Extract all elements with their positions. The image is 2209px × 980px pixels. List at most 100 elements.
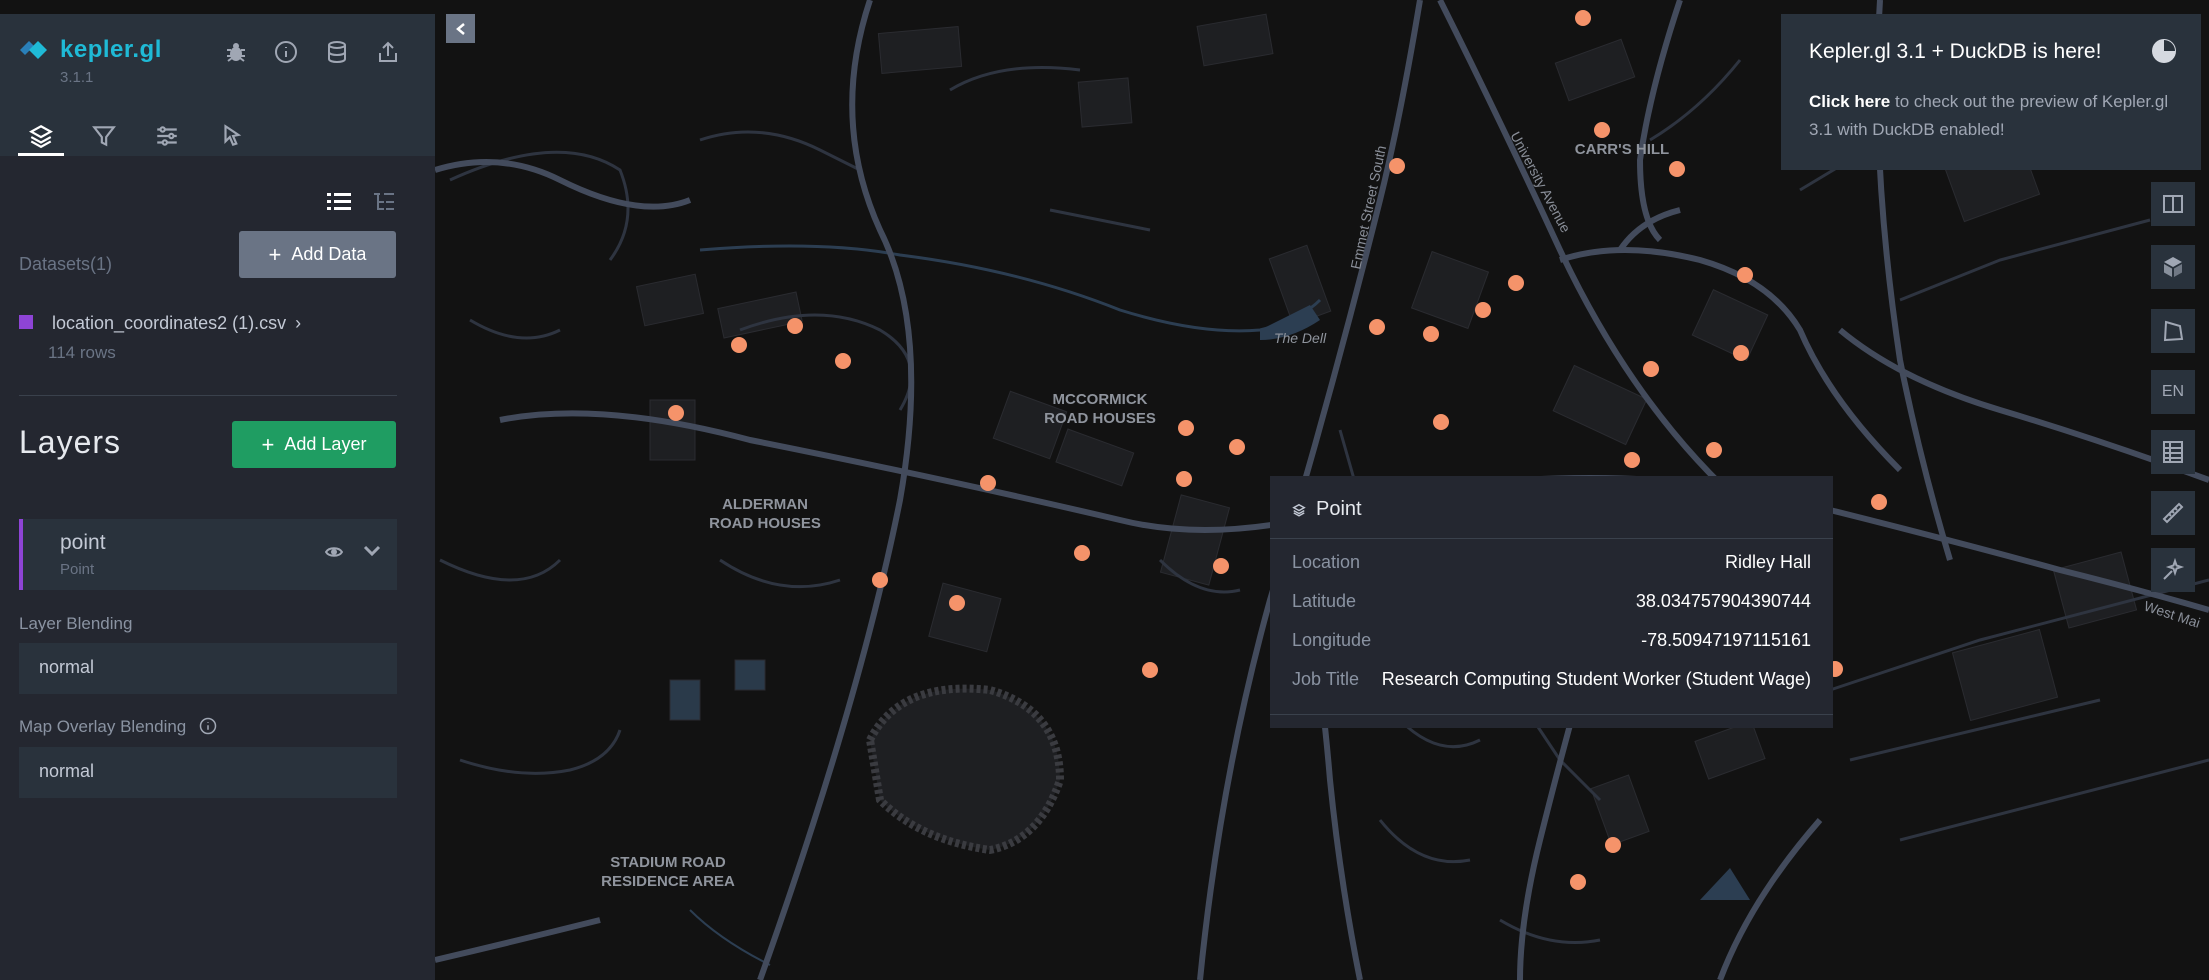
layer-blending-label: Layer Blending bbox=[19, 614, 133, 633]
ruler-button[interactable] bbox=[2151, 491, 2195, 535]
map-overlay-blending-text: Map Overlay Blending bbox=[19, 717, 187, 736]
plus-icon: + bbox=[261, 431, 275, 457]
map-point[interactable] bbox=[980, 475, 996, 491]
map-point[interactable] bbox=[1624, 452, 1640, 468]
tooltip-divider bbox=[1270, 538, 1833, 539]
layer-blending-select[interactable]: normal bbox=[19, 643, 397, 694]
info-icon[interactable] bbox=[270, 36, 302, 68]
tooltip-row: Location Ridley Hall bbox=[1292, 552, 1811, 582]
map-point[interactable] bbox=[731, 337, 747, 353]
chevron-left-icon bbox=[455, 22, 465, 35]
map-point[interactable] bbox=[1074, 545, 1090, 561]
map-point[interactable] bbox=[1213, 558, 1229, 574]
chevron-down-icon[interactable] bbox=[362, 543, 382, 557]
map-point[interactable] bbox=[1871, 494, 1887, 510]
tree-list-icon bbox=[374, 193, 394, 210]
plus-icon: + bbox=[268, 241, 282, 267]
app-name: kepler.gl bbox=[60, 36, 162, 63]
map-point[interactable] bbox=[835, 353, 851, 369]
draw-polygon-icon bbox=[2163, 320, 2184, 342]
tooltip-row: Latitude 38.034757904390744 bbox=[1292, 591, 1811, 621]
layers-title: Layers bbox=[19, 424, 122, 460]
layer-panel-point[interactable]: point Point bbox=[19, 519, 397, 590]
eye-icon[interactable] bbox=[325, 545, 343, 559]
notification-panel: Kepler.gl 3.1 + DuckDB is here! Click he… bbox=[1781, 14, 2201, 170]
map-point[interactable] bbox=[1433, 414, 1449, 430]
tab-layers[interactable] bbox=[19, 114, 63, 158]
datasets-label: Datasets(1) bbox=[19, 254, 113, 274]
mccormick-label-1: MCCORMICK bbox=[1053, 391, 1148, 408]
layers-icon bbox=[29, 125, 53, 149]
tooltip-divider bbox=[1270, 714, 1833, 715]
share-icon[interactable] bbox=[372, 36, 404, 68]
map-point[interactable] bbox=[872, 572, 888, 588]
map-overlay-blending-select[interactable]: normal bbox=[19, 747, 397, 798]
dataset-name[interactable]: location_coordinates2 (1).csv › bbox=[52, 313, 301, 334]
tooltip-value: Ridley Hall bbox=[1724, 552, 1811, 572]
map-point[interactable] bbox=[1594, 122, 1610, 138]
map-point[interactable] bbox=[1733, 345, 1749, 361]
bug-icon[interactable] bbox=[220, 36, 252, 68]
draw-polygon-button[interactable] bbox=[2151, 309, 2195, 353]
map-point[interactable] bbox=[1423, 326, 1439, 342]
map-point[interactable] bbox=[668, 405, 684, 421]
map-point[interactable] bbox=[1475, 302, 1491, 318]
filter-icon bbox=[92, 126, 116, 147]
section-divider bbox=[19, 395, 397, 396]
3d-view-button[interactable] bbox=[2151, 245, 2195, 289]
the-dell-label: The Dell bbox=[1274, 330, 1327, 346]
map-point[interactable] bbox=[1176, 471, 1192, 487]
stadium-label-2: RESIDENCE AREA bbox=[601, 873, 735, 890]
dataset-name-text: location_coordinates2 (1).csv bbox=[52, 313, 287, 333]
map-point[interactable] bbox=[1389, 158, 1405, 174]
tooltip-value: Research Computing Student Worker (Stude… bbox=[1381, 669, 1811, 689]
list-icon bbox=[327, 193, 351, 210]
ai-assistant-button[interactable] bbox=[2151, 548, 2195, 592]
data-table-button[interactable] bbox=[2151, 430, 2195, 474]
map-point[interactable] bbox=[787, 318, 803, 334]
tooltip-row: Longitude -78.50947197115161 bbox=[1292, 630, 1811, 660]
announcement-icon[interactable] bbox=[2151, 38, 2177, 64]
map-point[interactable] bbox=[1605, 837, 1621, 853]
tooltip-key: Job Title bbox=[1292, 669, 1360, 689]
side-panel-header: kepler.gl 3.1.1 bbox=[0, 14, 435, 156]
map-point[interactable] bbox=[1369, 319, 1385, 335]
map-point[interactable] bbox=[1706, 442, 1722, 458]
collapse-sidebar-button[interactable] bbox=[446, 14, 475, 43]
map-point[interactable] bbox=[1575, 10, 1591, 26]
ruler-icon bbox=[2162, 502, 2184, 524]
tab-filters[interactable] bbox=[82, 114, 126, 158]
kepler-logo-icon bbox=[20, 41, 47, 59]
split-map-button[interactable] bbox=[2151, 182, 2195, 226]
map-point[interactable] bbox=[1643, 361, 1659, 377]
interaction-icon bbox=[224, 124, 242, 147]
map-point[interactable] bbox=[1570, 874, 1586, 890]
info-icon[interactable] bbox=[199, 717, 217, 735]
tooltip-row: Job Title Research Computing Student Wor… bbox=[1292, 669, 1811, 699]
add-data-button[interactable]: + Add Data bbox=[239, 231, 396, 278]
map-point[interactable] bbox=[1508, 275, 1524, 291]
map-tooltip: Point Location Ridley Hall Latitude 38.0… bbox=[1270, 476, 1833, 728]
sliders-icon bbox=[157, 126, 177, 146]
app-version: 3.1.1 bbox=[60, 69, 94, 86]
add-layer-button[interactable]: + Add Layer bbox=[232, 421, 396, 468]
map-point[interactable] bbox=[949, 595, 965, 611]
notification-body: Click here to check out the preview of K… bbox=[1809, 88, 2169, 144]
tree-view-toggle[interactable] bbox=[368, 186, 400, 218]
tab-interactions[interactable] bbox=[145, 114, 189, 158]
map-point[interactable] bbox=[1178, 420, 1194, 436]
map-point[interactable] bbox=[1229, 439, 1245, 455]
ai-assistant-icon bbox=[2163, 558, 2185, 580]
table-icon bbox=[2163, 441, 2183, 463]
database-icon[interactable] bbox=[321, 36, 353, 68]
tooltip-key: Location bbox=[1292, 552, 1361, 572]
locale-button[interactable]: EN bbox=[2151, 370, 2195, 414]
map-point[interactable] bbox=[1737, 267, 1753, 283]
list-view-toggle[interactable] bbox=[323, 186, 355, 218]
layer-name[interactable]: point bbox=[60, 531, 106, 555]
dataset-row-count: 114 rows bbox=[48, 343, 116, 362]
map-point[interactable] bbox=[1669, 161, 1685, 177]
map-point[interactable] bbox=[1142, 662, 1158, 678]
notification-link[interactable]: Click here bbox=[1809, 92, 1890, 111]
tab-base-map[interactable] bbox=[210, 114, 254, 158]
